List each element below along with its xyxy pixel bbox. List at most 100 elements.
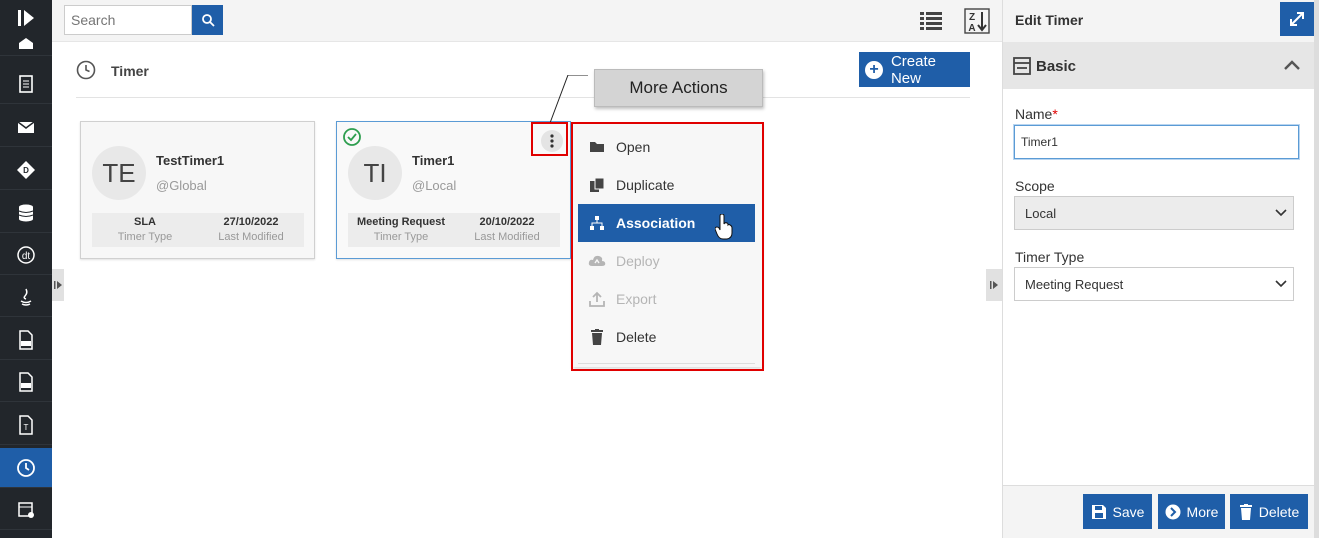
create-new-label: Create New — [890, 52, 936, 87]
timer-scope: @Global — [156, 178, 207, 193]
ts-file-icon — [19, 329, 33, 350]
sidebar-item-java[interactable] — [0, 277, 52, 317]
more-button[interactable]: More — [1158, 494, 1225, 529]
timer-type-value: Meeting Request — [356, 216, 445, 228]
svg-text:dt: dt — [22, 251, 31, 262]
search-button[interactable] — [192, 5, 223, 35]
sidebar-item-timer[interactable] — [0, 448, 52, 488]
expand-icon — [1290, 12, 1304, 26]
timer-type-label: Timer Type — [373, 231, 429, 243]
sort-za-icon: ZA — [964, 8, 990, 34]
last-modified-value: 27/10/2022 — [223, 216, 279, 228]
form-icon — [1013, 57, 1031, 75]
trash-icon — [1239, 503, 1252, 520]
section-title: Basic — [1036, 58, 1077, 75]
sidebar-item-database[interactable] — [0, 193, 52, 233]
sidebar-item-decision-table[interactable]: dt — [0, 235, 52, 275]
timer-name: Timer1 — [412, 153, 455, 168]
scope-label: Scope — [1015, 178, 1055, 194]
svg-text:Z: Z — [969, 12, 975, 23]
chevron-down-icon — [1275, 280, 1287, 288]
toolbar: ZA — [52, 0, 1002, 42]
timer-type-label: Timer Type — [117, 231, 173, 243]
scope-select[interactable]: Local — [1014, 196, 1294, 230]
svg-text:D: D — [23, 166, 29, 175]
sidebar: D dt T — [0, 0, 52, 538]
edit-panel: Edit Timer Basic Name* Timer1 Scope Loca… — [1002, 0, 1319, 538]
name-label-text: Name — [1015, 106, 1053, 122]
sidebar-item-template[interactable]: T — [0, 405, 52, 445]
highlight-box-menu — [571, 122, 764, 371]
check-circle-icon — [343, 128, 361, 146]
highlight-box-kebab — [531, 122, 568, 156]
calendar-gear-icon — [18, 501, 34, 518]
hand-cursor-icon — [715, 214, 733, 240]
timer-type-value: SLA — [134, 216, 156, 228]
card-meta: Meeting Request Timer Type 20/10/2022 La… — [348, 213, 560, 247]
delete-label: Delete — [1258, 503, 1300, 520]
save-button[interactable]: Save — [1083, 494, 1152, 529]
card-meta: SLA Timer Type 27/10/2022 Last Modified — [92, 213, 304, 247]
svg-text:T: T — [24, 423, 29, 432]
sidebar-item-decisions[interactable]: D — [0, 150, 52, 190]
sidebar-item-scheduler[interactable] — [0, 490, 52, 530]
chevron-right-icon — [54, 281, 62, 289]
last-modified-value: 20/10/2022 — [479, 216, 535, 228]
right-edge — [1314, 0, 1319, 538]
chevron-down-icon — [1275, 209, 1287, 217]
database-icon — [18, 204, 34, 221]
timer-name: TestTimer1 — [156, 153, 225, 168]
list-view-button[interactable] — [918, 8, 944, 34]
text-file-icon: T — [19, 414, 33, 435]
sidebar-item-css[interactable] — [0, 362, 52, 402]
more-actions-tooltip: More Actions — [594, 69, 763, 107]
save-label: Save — [1112, 503, 1145, 520]
scope-select-value: Local — [1025, 205, 1057, 221]
edit-panel-title: Edit Timer — [1015, 12, 1084, 28]
avatar: TE — [92, 146, 146, 200]
chevron-up-icon — [1284, 60, 1300, 70]
timer-type-select-value: Meeting Request — [1025, 276, 1124, 292]
diamond-icon: D — [17, 160, 35, 179]
name-input[interactable]: Timer1 — [1014, 125, 1299, 159]
section-header-basic[interactable]: Basic — [1003, 42, 1315, 89]
collapse-left-handle[interactable] — [52, 269, 64, 301]
collapse-right-handle[interactable] — [986, 269, 1002, 301]
last-modified-label: Last Modified — [218, 231, 284, 243]
search-input[interactable] — [64, 5, 192, 35]
timer-card[interactable]: TE TestTimer1 @Global SLA Timer Type 27/… — [80, 121, 315, 259]
timer-type-select[interactable]: Meeting Request — [1014, 267, 1294, 301]
sidebar-item-mail[interactable] — [0, 107, 52, 147]
page-title: Timer — [111, 63, 149, 79]
clock-icon — [17, 458, 35, 477]
java-icon — [20, 288, 32, 306]
plus-circle-icon: + — [865, 60, 883, 79]
required-marker: * — [1052, 106, 1058, 122]
svg-text:A: A — [968, 23, 975, 34]
expand-button[interactable] — [1280, 2, 1314, 36]
name-label: Name* — [1015, 106, 1058, 122]
more-label: More — [1186, 503, 1219, 520]
sidebar-item-typescript[interactable] — [0, 320, 52, 360]
chevron-right-icon — [990, 281, 998, 289]
timer-type-label: Timer Type — [1015, 249, 1085, 265]
page-header: Timer — [76, 50, 970, 98]
sidebar-item-documents[interactable] — [0, 64, 52, 104]
list-icon — [920, 12, 942, 30]
delete-button[interactable]: Delete — [1230, 494, 1308, 529]
document-icon — [19, 74, 33, 93]
create-new-button[interactable]: + Create New — [859, 52, 970, 87]
edit-panel-footer: Save More Delete — [1003, 485, 1315, 538]
arrow-circle-icon — [1165, 504, 1181, 519]
callout-leader-line — [549, 75, 588, 124]
sidebar-item-home[interactable] — [0, 30, 52, 56]
dt-icon: dt — [17, 245, 35, 264]
search-icon — [201, 14, 215, 27]
save-icon — [1091, 504, 1106, 519]
css-file-icon — [19, 371, 33, 392]
main-content: ZA Timer + Create New TE TestTimer1 @Glo… — [52, 0, 1002, 538]
home-icon — [19, 37, 33, 49]
envelope-icon — [17, 120, 35, 133]
avatar: TI — [348, 146, 402, 200]
sort-button[interactable]: ZA — [963, 7, 991, 35]
